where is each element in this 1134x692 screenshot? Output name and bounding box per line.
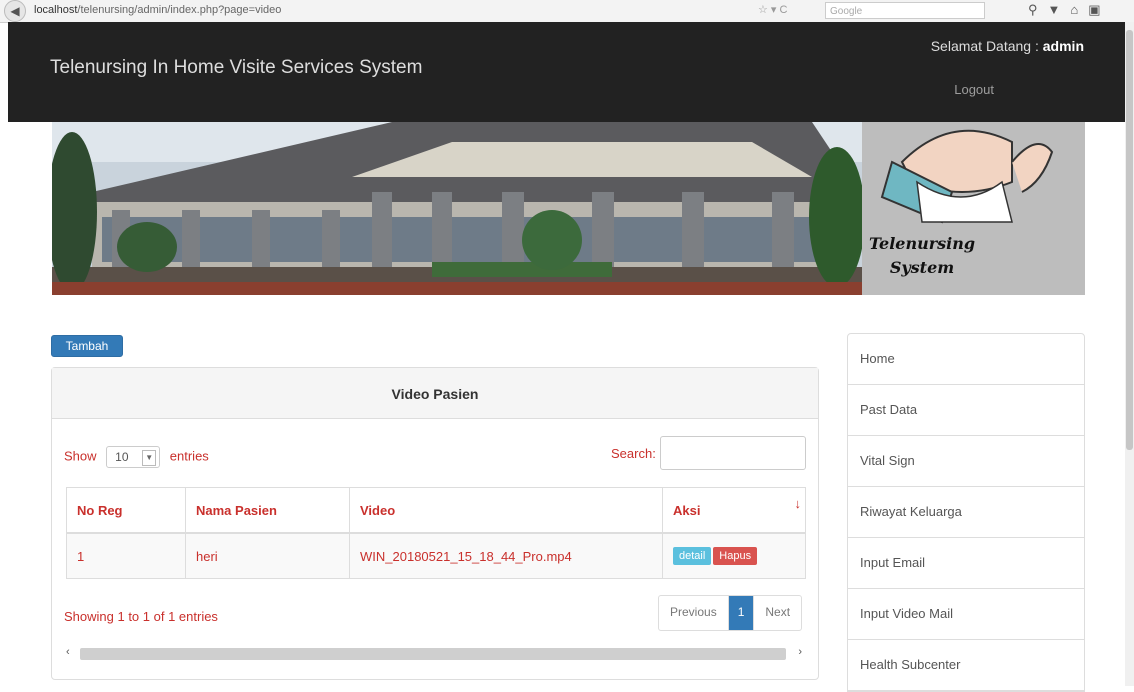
header-banner: Telenursing System	[52, 122, 1085, 295]
column-header-no-reg[interactable]: No Reg	[66, 487, 186, 534]
cell-video: WIN_20180521_15_18_44_Pro.mp4	[349, 532, 663, 579]
cell-nama-pasien: heri	[185, 532, 350, 579]
hospital-building-image	[52, 122, 862, 295]
delete-button[interactable]: Hapus	[713, 547, 758, 565]
column-header-aksi[interactable]: Aksi ↓	[662, 487, 806, 534]
entries-select-value: 10	[115, 450, 129, 464]
page-1-button[interactable]: 1	[728, 596, 754, 630]
cell-no-reg: 1	[66, 532, 186, 579]
aksi-header-label: Aksi	[673, 502, 701, 518]
address-bar[interactable]: localhost/telenursing/admin/index.php?pa…	[34, 4, 281, 16]
welcome-prefix: Selamat Datang :	[930, 38, 1039, 54]
table-header-row: No Reg Nama Pasien Video Aksi ↓	[66, 487, 806, 534]
sidebar-item-home[interactable]: Home	[848, 334, 1084, 385]
video-panel: Video Pasien Show 10 ▼ entries Search: No…	[51, 367, 819, 680]
column-header-video[interactable]: Video	[349, 487, 663, 534]
banner-logo-line2: System	[889, 258, 955, 277]
sidebar-item-vital-sign[interactable]: Vital Sign	[848, 436, 1084, 487]
url-path: /telenursing/admin/index.php?page=video	[77, 4, 282, 16]
sidebar-item-health-subcenter[interactable]: Health Subcenter	[848, 640, 1084, 691]
sidebar-item-input-email[interactable]: Input Email	[848, 538, 1084, 589]
browser-search-input[interactable]: Google	[825, 2, 985, 19]
table-info: Showing 1 to 1 of 1 entries	[64, 609, 218, 624]
chevron-down-icon: ▼	[142, 450, 157, 466]
bookmark-star-icon[interactable]: ☆ ▾ C	[758, 3, 787, 16]
banner-logo-line1: Telenursing	[868, 234, 976, 253]
panel-title: Video Pasien	[52, 368, 818, 419]
vertical-scrollbar[interactable]	[1125, 22, 1134, 686]
welcome-text: Selamat Datang : admin	[931, 38, 1084, 54]
sidebar-item-riwayat-keluarga[interactable]: Riwayat Keluarga	[848, 487, 1084, 538]
back-icon[interactable]: ◀	[4, 0, 26, 22]
previous-page-button[interactable]: Previous	[659, 596, 729, 630]
cell-aksi: detail Hapus	[662, 532, 806, 579]
sidebar-menu: Home Past Data Vital Sign Riwayat Keluar…	[847, 333, 1085, 692]
sidebar-item-input-video-mail[interactable]: Input Video Mail	[848, 589, 1084, 640]
scroll-right-icon[interactable]: ›	[798, 646, 802, 658]
browser-tools-icons[interactable]: ⚲▼⌂▣	[1028, 2, 1111, 18]
search-label: Search:	[611, 446, 656, 461]
pagination: Previous 1 Next	[658, 595, 803, 631]
search-input[interactable]	[660, 436, 806, 470]
sidebar-item-past-data[interactable]: Past Data	[848, 385, 1084, 436]
sort-arrow-icon: ↓	[794, 496, 802, 511]
video-table: No Reg Nama Pasien Video Aksi ↓ 1 heri WI…	[66, 487, 806, 579]
banner-logo-text: Telenursing System	[842, 232, 1002, 280]
scroll-left-icon[interactable]: ‹	[66, 646, 70, 658]
show-label: Show	[64, 448, 97, 464]
next-page-button[interactable]: Next	[753, 596, 801, 630]
site-brand[interactable]: Telenursing In Home Visite Services Syst…	[50, 57, 422, 79]
entries-select[interactable]: 10 ▼	[106, 446, 161, 468]
scrollbar-thumb[interactable]	[80, 648, 786, 660]
vertical-scrollbar-thumb[interactable]	[1126, 30, 1133, 450]
logout-link[interactable]: Logout	[954, 82, 994, 97]
add-data-button[interactable]: Tambah Data	[51, 335, 123, 374]
entries-length-control: Show 10 ▼ entries	[64, 446, 209, 468]
horizontal-scrollbar[interactable]: ‹ ›	[64, 646, 804, 662]
column-header-nama-pasien[interactable]: Nama Pasien	[185, 487, 350, 534]
top-navbar: Telenursing In Home Visite Services Syst…	[8, 22, 1128, 122]
username: admin	[1042, 38, 1084, 54]
table-row: 1 heri WIN_20180521_15_18_44_Pro.mp4 det…	[66, 532, 806, 579]
url-host: localhost	[34, 4, 78, 16]
entries-label: entries	[169, 448, 209, 464]
browser-toolbar: ◀ localhost/telenursing/admin/index.php?…	[0, 0, 1134, 23]
detail-button[interactable]: detail	[673, 547, 712, 565]
